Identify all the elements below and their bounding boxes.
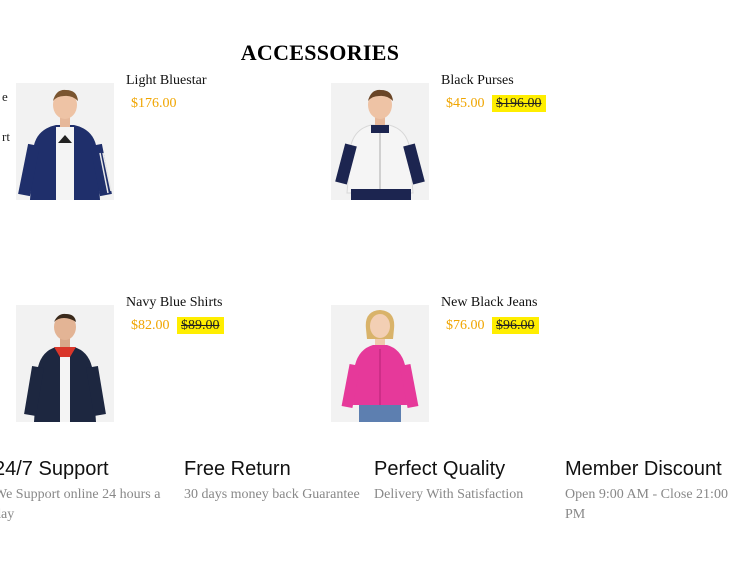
product-old-price: $196.00	[492, 95, 546, 112]
product-name[interactable]: Light Bluestar	[126, 73, 207, 89]
product-image[interactable]	[331, 305, 429, 422]
price-row: $82.00 $89.00	[126, 317, 224, 334]
feature-description: Open 9:00 AM - Close 21:00 PM	[565, 487, 728, 522]
feature-title: 24/7 Support	[0, 458, 109, 480]
product-name[interactable]: Navy Blue Shirts	[126, 295, 222, 311]
product-image[interactable]	[16, 305, 114, 422]
product-card-black-purses[interactable]: Black Purses $45.00 $196.00	[331, 73, 631, 213]
product-image[interactable]	[16, 83, 114, 200]
feature-description: Delivery With Satisfaction	[374, 487, 524, 502]
product-image[interactable]	[331, 83, 429, 200]
feature-title: Member Discount	[565, 458, 722, 480]
product-price: $45.00	[446, 96, 485, 111]
feature-description: 30 days money back Guarantee	[184, 487, 360, 502]
feature-description: We Support online 24 hours a day	[0, 487, 161, 522]
product-old-price: $89.00	[177, 317, 224, 334]
price-row: $45.00 $196.00	[441, 95, 546, 112]
price-row: $176.00	[126, 96, 177, 112]
product-old-price: $96.00	[492, 317, 539, 334]
feature-free-return: Free Return 30 days money back Guarantee	[184, 458, 364, 505]
product-card-light-bluestar[interactable]: Light Bluestar $176.00	[16, 73, 316, 213]
product-price: $176.00	[131, 96, 177, 111]
product-price: $76.00	[446, 318, 485, 333]
feature-perfect-quality: Perfect Quality Delivery With Satisfacti…	[374, 458, 554, 505]
product-name[interactable]: New Black Jeans	[441, 295, 537, 311]
feature-title: Free Return	[184, 458, 291, 480]
feature-support: 24/7 Support We Support online 24 hours …	[0, 458, 179, 525]
section-title: ACCESSORIES	[240, 40, 400, 66]
feature-member-discount: Member Discount Open 9:00 AM - Close 21:…	[565, 458, 749, 525]
price-row: $76.00 $96.00	[441, 317, 539, 334]
sidebar-text-fragment: rt	[2, 129, 10, 144]
product-price: $82.00	[131, 318, 170, 333]
product-name[interactable]: Black Purses	[441, 73, 514, 89]
sidebar-text-fragment: e	[2, 89, 8, 104]
product-card-navy-blue-shirts[interactable]: Navy Blue Shirts $82.00 $89.00	[16, 295, 316, 435]
product-card-new-black-jeans[interactable]: New Black Jeans $76.00 $96.00	[331, 295, 631, 435]
feature-title: Perfect Quality	[374, 458, 506, 480]
